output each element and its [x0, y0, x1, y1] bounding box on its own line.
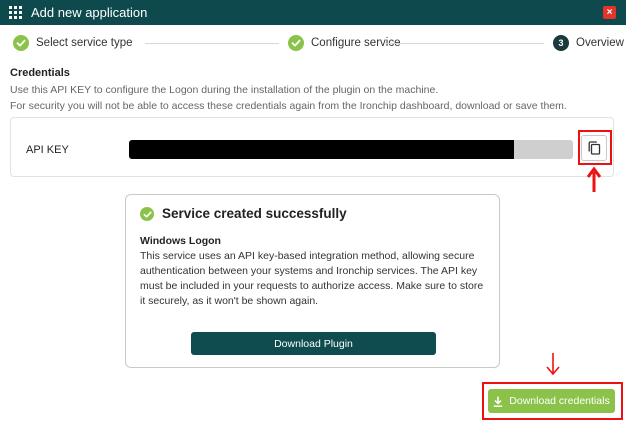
service-name: Windows Logon: [140, 235, 221, 247]
api-key-field[interactable]: [129, 140, 573, 159]
credentials-heading: Credentials: [10, 67, 70, 79]
api-key-redaction: [129, 140, 514, 159]
dialog-title: Add new application: [31, 5, 148, 20]
success-title: Service created successfully: [162, 206, 347, 221]
credentials-security-note: For security you will not be able to acc…: [10, 100, 567, 112]
credentials-instruction: Use this API KEY to configure the Logon …: [10, 84, 439, 96]
step-select-service-type: Select service type: [13, 33, 133, 53]
copy-button-highlight: [578, 130, 612, 165]
step-number-badge: 3: [553, 35, 569, 51]
dialog-titlebar: Add new application ×: [0, 0, 626, 25]
download-icon: [494, 396, 503, 407]
close-button[interactable]: ×: [603, 6, 616, 19]
success-card: Service created successfully Windows Log…: [125, 194, 500, 368]
api-key-label: API KEY: [26, 144, 69, 156]
download-plugin-button[interactable]: Download Plugin: [191, 332, 436, 355]
step-label: Overview: [576, 37, 624, 49]
apps-grid-icon: [9, 6, 22, 19]
step-connector: [145, 43, 279, 44]
check-icon: [288, 35, 304, 51]
check-circle-icon: [140, 207, 154, 221]
download-credentials-label: Download credentials: [509, 395, 610, 407]
check-icon: [13, 35, 29, 51]
step-connector: [384, 43, 544, 44]
service-description: This service uses an API key-based integ…: [140, 250, 484, 307]
download-credentials-button[interactable]: Download credentials: [488, 389, 615, 413]
step-label: Select service type: [36, 37, 133, 49]
wizard-stepper: Select service type Configure service 3 …: [0, 33, 626, 53]
arrow-down-icon: [546, 353, 560, 376]
arrow-up-icon: [587, 167, 601, 192]
step-overview: 3 Overview: [553, 33, 624, 53]
api-key-panel: API KEY: [10, 117, 614, 177]
